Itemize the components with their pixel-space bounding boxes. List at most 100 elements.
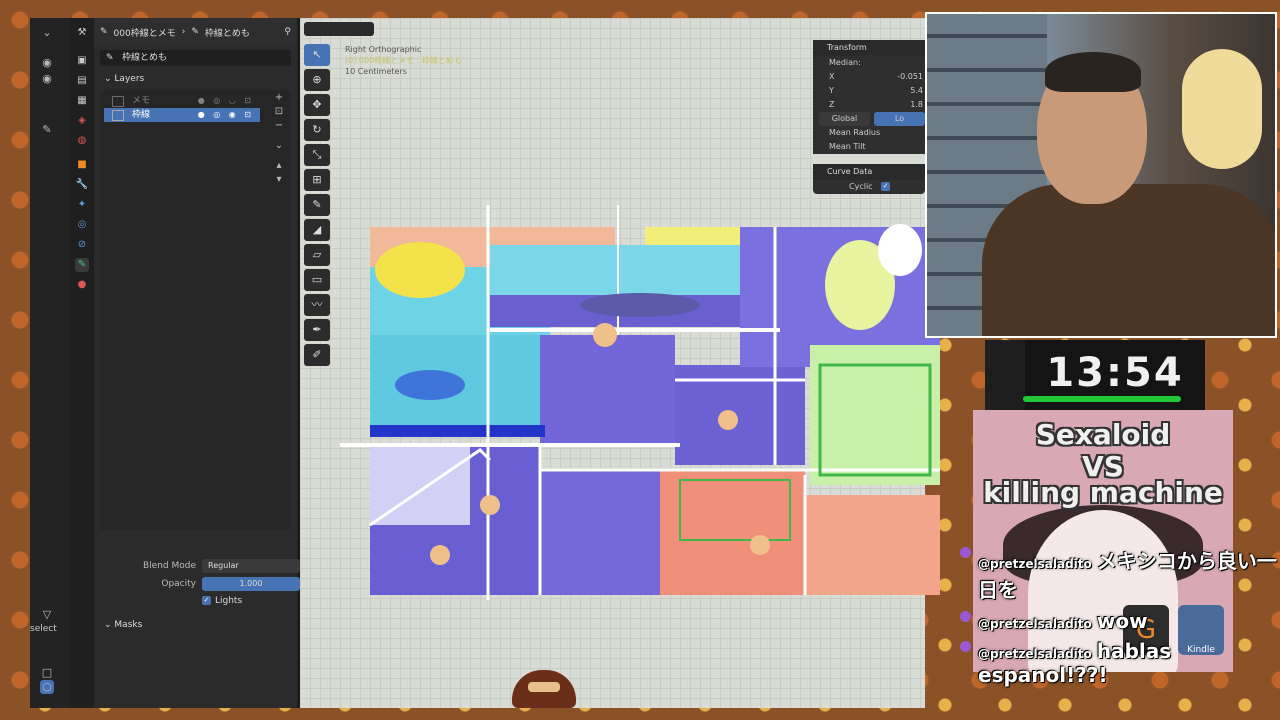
shear-tool-icon[interactable]: ◢: [304, 219, 330, 241]
measure-tool-icon[interactable]: ✐: [304, 344, 330, 366]
layers-panel-header[interactable]: ⌄ Layers: [94, 70, 297, 88]
data-name-field[interactable]: ✎ 枠線とめも: [100, 50, 291, 66]
eye-icon[interactable]: ◉: [40, 72, 54, 86]
illustration-artwork: [340, 205, 940, 600]
local-button[interactable]: Lo: [874, 112, 925, 126]
lights-checkbox[interactable]: ✓ Lights: [202, 593, 242, 609]
material-tab-icon[interactable]: ●: [75, 278, 89, 292]
properties-breadcrumb: ✎ 000枠線とメモ › ✎ 枠線とめも ⚲: [94, 18, 297, 46]
layers-panel-title: Layers: [114, 74, 145, 84]
object-line: (0) 000枠線とメモ : 枠線とめも: [345, 56, 462, 65]
cursor-tool-icon[interactable]: ⊕: [304, 69, 330, 91]
chat-username: @pretzelsaladito: [978, 617, 1092, 631]
masks-panel-header[interactable]: ⌄ Masks: [94, 616, 142, 634]
layers-list: メモ ● ◎ ◡ ⊡ 枠線 ● ◎ ◉ ⊡ + ⊡ − ⌄ ▴ ▾: [100, 90, 291, 530]
user-badge-icon: [960, 641, 971, 652]
user-badge-icon: [960, 547, 971, 558]
physics-tab-icon[interactable]: ◎: [75, 218, 89, 232]
person-body: [982, 184, 1275, 336]
chevron-down-icon: ⌄: [104, 74, 112, 84]
data-icon: ✎: [191, 27, 199, 37]
layer-item-active[interactable]: 枠線 ● ◎ ◉ ⊡: [104, 108, 260, 122]
blend-mode-row: Blend Mode Regular: [104, 558, 300, 574]
check-icon: ✓: [202, 596, 211, 605]
chat-username: @pretzelsaladito: [978, 557, 1092, 571]
chevron-down-icon: ⌄: [104, 620, 112, 630]
layer-icon: [112, 96, 124, 107]
eye-icon[interactable]: ◉: [40, 56, 54, 70]
z-field[interactable]: Z 1.8: [813, 98, 925, 112]
stream-timer: 13:54: [985, 340, 1205, 412]
eyedropper-tool-icon[interactable]: ✒: [304, 319, 330, 341]
rotate-tool-icon[interactable]: ↻: [304, 119, 330, 141]
curve-tool-icon[interactable]: 〰: [304, 294, 330, 316]
sidebar-n-panel: Transform Median: X -0.051 Y 5.4 Z 1.8 Glob…: [813, 40, 925, 194]
constraint-tab-icon[interactable]: ⊘: [75, 238, 89, 252]
global-local-toggle[interactable]: Global Lo: [813, 112, 925, 126]
layer-mask-icon[interactable]: ⊡: [272, 106, 286, 118]
mean-tilt-field[interactable]: Mean Tilt: [813, 140, 925, 154]
remove-layer-icon[interactable]: −: [272, 120, 286, 132]
mean-radius-field[interactable]: Mean Radius: [813, 126, 925, 140]
global-button[interactable]: Global: [819, 112, 870, 126]
select-label[interactable]: select: [30, 624, 57, 634]
grid-scale: 10 Centimeters: [345, 67, 407, 76]
box-select-icon[interactable]: □: [40, 666, 54, 680]
move-tool-icon[interactable]: ✥: [304, 94, 330, 116]
object-icon: ✎: [100, 27, 108, 37]
layer-controls-icon[interactable]: ● ◎ ◡ ⊡: [198, 94, 254, 108]
data-tab-icon[interactable]: ✎: [75, 258, 89, 272]
viewport-header[interactable]: [304, 22, 374, 36]
book-title-line1: Sexaloid: [1035, 418, 1171, 451]
output-tab-icon[interactable]: ▤: [75, 74, 89, 88]
opacity-slider[interactable]: 1.000: [202, 577, 300, 591]
chat-message: @pretzelsaladito hablas espanol!??!: [958, 639, 1280, 687]
view-layer-tab-icon[interactable]: ▦: [75, 94, 89, 108]
data-name-value: 枠線とめも: [122, 53, 168, 63]
particles-tab-icon[interactable]: ✦: [75, 198, 89, 212]
viewport-info: Right Orthographic (0) 000枠線とメモ : 枠線とめも …: [345, 44, 462, 77]
curve-data-header[interactable]: Curve Data: [813, 164, 925, 180]
circle-select-icon[interactable]: ○: [40, 680, 54, 694]
masks-label: Masks: [114, 620, 143, 630]
layer-name: メモ: [132, 96, 151, 106]
lights-label: Lights: [215, 596, 243, 606]
lights-row: ✓ Lights: [104, 593, 294, 609]
world-tab-icon[interactable]: ◍: [75, 134, 89, 148]
move-up-icon[interactable]: ▴: [272, 160, 286, 172]
pin-icon[interactable]: ✎: [40, 123, 54, 137]
chevron-down-icon[interactable]: ⌄: [40, 26, 54, 40]
scene-tab-icon[interactable]: ◈: [75, 114, 89, 128]
chat-overlay: @pretzelsaladito メキシコから良い一日を @pretzelsal…: [958, 545, 1280, 687]
layer-menu-icon[interactable]: ⌄: [272, 140, 286, 152]
scale-tool-icon[interactable]: ⤡: [304, 144, 330, 166]
select-tool-icon[interactable]: ↖: [304, 44, 330, 66]
pin-icon[interactable]: ⚲: [284, 27, 291, 37]
transform-tool-icon[interactable]: ⊞: [304, 169, 330, 191]
y-field[interactable]: Y 5.4: [813, 84, 925, 98]
properties-tabs: ⚒ ▣ ▤ ▦ ◈ ◍ ■ 🔧 ✦ ◎ ⊘ ✎ ●: [70, 18, 95, 708]
tool-tab-icon[interactable]: ⚒: [75, 26, 89, 40]
draw-tool-icon[interactable]: ✎: [304, 194, 330, 216]
chevron-right-icon: ›: [181, 27, 186, 37]
filter-icon[interactable]: ▽: [40, 608, 54, 622]
timer-progress-bar: [1023, 396, 1181, 402]
move-down-icon[interactable]: ▾: [272, 174, 286, 186]
cyclic-row[interactable]: Cyclic ✓: [813, 180, 925, 194]
layer-name: 枠線: [132, 110, 151, 120]
render-tab-icon[interactable]: ▣: [75, 54, 89, 68]
transform-header[interactable]: Transform: [813, 40, 925, 56]
bend-tool-icon[interactable]: ▱: [304, 244, 330, 266]
chat-message: @pretzelsaladito メキシコから良い一日を: [958, 545, 1280, 603]
tool-column: ↖ ⊕ ✥ ↻ ⤡ ⊞ ✎ ◢ ▱ ▭ 〰 ✒ ✐: [304, 44, 332, 369]
object-tab-icon[interactable]: ■: [75, 158, 89, 172]
modifier-tab-icon[interactable]: 🔧: [75, 178, 89, 192]
layer-item[interactable]: メモ ● ◎ ◡ ⊡: [104, 94, 260, 108]
x-field[interactable]: X -0.051: [813, 70, 925, 84]
opacity-label: Opacity: [161, 579, 196, 589]
blend-mode-select[interactable]: Regular: [202, 559, 300, 573]
layer-controls-icon[interactable]: ● ◎ ◉ ⊡: [198, 108, 254, 122]
add-layer-icon[interactable]: +: [272, 92, 286, 104]
box-tool-icon[interactable]: ▭: [304, 269, 330, 291]
median-label: Median:: [829, 58, 861, 67]
